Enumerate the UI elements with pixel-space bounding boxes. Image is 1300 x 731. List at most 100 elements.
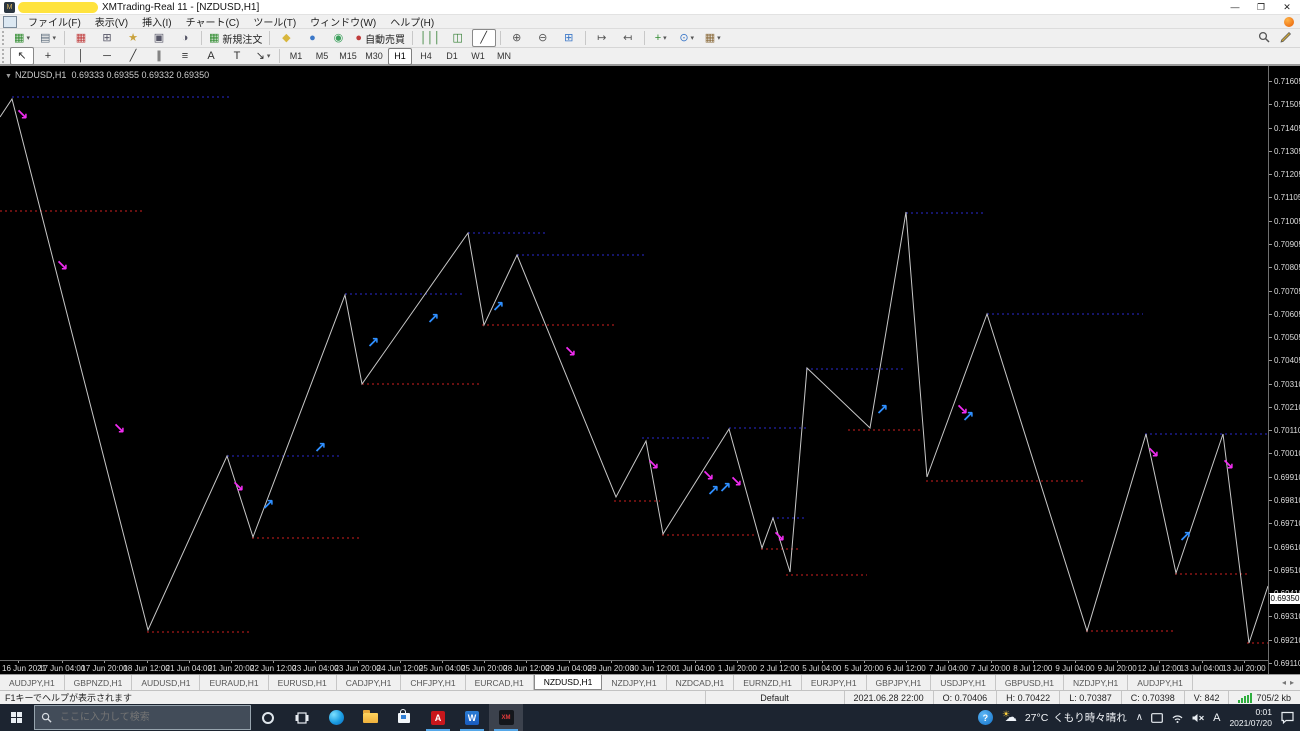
connection-segment[interactable]: 705/2 kb bbox=[1228, 691, 1300, 704]
notification-badge-icon[interactable] bbox=[1284, 16, 1294, 27]
periods-button[interactable]: ⊙ ▾ bbox=[675, 29, 699, 47]
horizontal-line-tool-button[interactable]: ─ bbox=[95, 47, 119, 65]
menu-window[interactable]: ウィンドウ(W) bbox=[303, 14, 383, 29]
tab-usdjpy-h1[interactable]: USDJPY,H1 bbox=[931, 675, 996, 690]
timeframe-mn-button[interactable]: MN bbox=[492, 48, 516, 65]
title-bar[interactable]: M XMTrading-Real 11 - [NZDUSD,H1] — ❐ ✕ bbox=[0, 0, 1300, 15]
search-icon[interactable] bbox=[1258, 31, 1270, 46]
cursor-tool-button[interactable]: ↖ bbox=[10, 47, 34, 65]
dropdown-arrow-icon[interactable]: ▾ bbox=[267, 52, 271, 60]
store-button[interactable] bbox=[387, 704, 421, 731]
price-chart[interactable]: ▼ NZDUSD,H1 0.69333 0.69355 0.69332 0.693… bbox=[0, 66, 1269, 660]
menu-tools[interactable]: ツール(T) bbox=[246, 14, 303, 29]
menu-view[interactable]: 表示(V) bbox=[88, 14, 135, 29]
dropdown-arrow-icon[interactable]: ▾ bbox=[26, 34, 30, 42]
tab-gbpnzd-h1[interactable]: GBPNZD,H1 bbox=[65, 675, 133, 690]
tab-chfjpy-h1[interactable]: CHFJPY,H1 bbox=[401, 675, 466, 690]
volume-muted-icon[interactable] bbox=[1192, 713, 1205, 723]
tab-euraud-h1[interactable]: EURAUD,H1 bbox=[200, 675, 269, 690]
taskbar-search[interactable] bbox=[34, 705, 251, 730]
weather-widget[interactable]: ☀ ☁ 27°C くもり時々晴れ bbox=[1002, 709, 1127, 725]
upload-publisher-button[interactable]: ● bbox=[300, 29, 324, 47]
tab-scroll-right-icon[interactable]: ▸ bbox=[1290, 678, 1294, 687]
help-bubble-icon[interactable]: ? bbox=[977, 710, 993, 725]
toolbar-grip[interactable] bbox=[2, 31, 7, 45]
indicators-button[interactable]: + ▾ bbox=[649, 29, 673, 47]
xm-terminal-button[interactable]: XM bbox=[489, 704, 523, 731]
zoom-in-button[interactable]: ⊕ bbox=[505, 29, 529, 47]
auto-trading-button[interactable]: ● 自動売買 bbox=[352, 29, 408, 47]
close-button[interactable]: ✕ bbox=[1274, 0, 1300, 15]
menu-help[interactable]: ヘルプ(H) bbox=[383, 14, 441, 29]
vertical-line-tool-button[interactable]: │ bbox=[69, 47, 93, 65]
data-window-button[interactable]: ⊞ bbox=[95, 29, 119, 47]
new-order-button[interactable]: ▦ 新規注文 bbox=[206, 29, 265, 47]
dropdown-arrow-icon[interactable]: ▾ bbox=[717, 34, 721, 42]
hidden-icons-chevron-icon[interactable]: ∧ bbox=[1136, 712, 1143, 723]
toolbar-grip[interactable] bbox=[2, 49, 7, 63]
timeframe-w1-button[interactable]: W1 bbox=[466, 48, 490, 65]
market-watch-button[interactable]: ▦ bbox=[69, 29, 93, 47]
timeframe-m1-button[interactable]: M1 bbox=[284, 48, 308, 65]
tab-eurusd-h1[interactable]: EURUSD,H1 bbox=[269, 675, 337, 690]
price-axis[interactable]: 0.69350 0.71605 0.71505 0.71405 0.71305 0.71… bbox=[1268, 66, 1300, 674]
tab-nzdjpy-h1[interactable]: NZDJPY,H1 bbox=[1064, 675, 1129, 690]
tile-windows-button[interactable]: ⊞ bbox=[557, 29, 581, 47]
trendline-tool-button[interactable]: ╱ bbox=[121, 47, 145, 65]
candlestick-mode-button[interactable]: ◫ bbox=[446, 29, 470, 47]
tab-audjpy-h1[interactable]: AUDJPY,H1 bbox=[0, 675, 65, 690]
edge-button[interactable] bbox=[319, 704, 353, 731]
profiles-button[interactable]: ▤ ▾ bbox=[36, 29, 60, 47]
timeframe-m5-button[interactable]: M5 bbox=[310, 48, 334, 65]
word-button[interactable]: W bbox=[455, 704, 489, 731]
edit-pencil-icon[interactable] bbox=[1280, 31, 1292, 46]
menu-insert[interactable]: 挿入(I) bbox=[135, 14, 178, 29]
taskbar-clock[interactable]: 0:01 2021/07/20 bbox=[1229, 707, 1272, 728]
task-view-button[interactable] bbox=[285, 704, 319, 731]
chart-window-icon[interactable] bbox=[3, 15, 17, 28]
tab-nzdusd-h1[interactable]: NZDUSD,H1 bbox=[533, 675, 603, 690]
market-globe-button[interactable]: ◉ bbox=[326, 29, 350, 47]
tab-nzdcad-h1[interactable]: NZDCAD,H1 bbox=[667, 675, 735, 690]
minimize-button[interactable]: — bbox=[1222, 0, 1248, 15]
tab-gbpjpy-h1[interactable]: GBPJPY,H1 bbox=[867, 675, 932, 690]
timeframe-m30-button[interactable]: M30 bbox=[362, 48, 386, 65]
chevron-down-icon[interactable]: ▼ bbox=[5, 73, 12, 80]
fibonacci-tool-button[interactable]: ≡ bbox=[173, 47, 197, 65]
terminal-button[interactable]: ▣ bbox=[147, 29, 171, 47]
text-tool-button[interactable]: A bbox=[199, 47, 223, 65]
strategy-tester-button[interactable]: ◑ bbox=[173, 29, 197, 47]
restore-button[interactable]: ❐ bbox=[1248, 0, 1274, 15]
label-tool-button[interactable]: T bbox=[225, 47, 249, 65]
tab-eurnzd-h1[interactable]: EURNZD,H1 bbox=[734, 675, 802, 690]
timeframe-h1-button[interactable]: H1 bbox=[388, 47, 412, 65]
timeframe-d1-button[interactable]: D1 bbox=[440, 48, 464, 65]
action-center-icon[interactable] bbox=[1281, 711, 1294, 724]
timeframe-h4-button[interactable]: H4 bbox=[414, 48, 438, 65]
crosshair-tool-button[interactable]: + bbox=[36, 47, 60, 65]
price-chart-svg[interactable]: ↘↘↘↘↘↘↘ ↘↘↘↘↘↗↗↗↗↗↗ ↗↗ ↗↗ bbox=[0, 66, 1269, 660]
dropdown-arrow-icon[interactable]: ▾ bbox=[663, 34, 667, 42]
dropdown-arrow-icon[interactable]: ▾ bbox=[52, 34, 56, 42]
tab-eurjpy-h1[interactable]: EURJPY,H1 bbox=[802, 675, 867, 690]
tab-gbpusd-h1[interactable]: GBPUSD,H1 bbox=[996, 675, 1065, 690]
new-chart-button[interactable]: ▦ ▾ bbox=[10, 29, 34, 47]
templates-button[interactable]: ▦ ▾ bbox=[701, 29, 725, 47]
tab-eurcad-h1[interactable]: EURCAD,H1 bbox=[466, 675, 534, 690]
navigator-button[interactable]: ★ bbox=[121, 29, 145, 47]
line-chart-mode-button[interactable]: ╱ bbox=[471, 29, 496, 47]
profile-segment[interactable]: Default bbox=[704, 691, 844, 704]
tab-cadjpy-h1[interactable]: CADJPY,H1 bbox=[337, 675, 402, 690]
menu-file[interactable]: ファイル(F) bbox=[21, 14, 88, 29]
bar-chart-mode-button[interactable]: │││ bbox=[417, 29, 444, 47]
arrows-tool-button[interactable]: ↘ ▾ bbox=[251, 47, 275, 65]
mql5-community-button[interactable]: ◆ bbox=[274, 29, 298, 47]
tab-audusd-h1[interactable]: AUDUSD,H1 bbox=[132, 675, 201, 690]
file-explorer-button[interactable] bbox=[353, 704, 387, 731]
tab-scroll-left-icon[interactable]: ◂ bbox=[1282, 678, 1286, 687]
ime-indicator[interactable]: A bbox=[1213, 712, 1220, 724]
auto-scroll-button[interactable]: ↦ bbox=[590, 29, 614, 47]
time-axis[interactable]: 16 Jun 2021 17 Jun 04:00 17 Jun 20:00 18 Ju… bbox=[0, 660, 1268, 674]
acrobat-button[interactable]: A bbox=[421, 704, 455, 731]
tablet-icon[interactable] bbox=[1151, 712, 1164, 723]
